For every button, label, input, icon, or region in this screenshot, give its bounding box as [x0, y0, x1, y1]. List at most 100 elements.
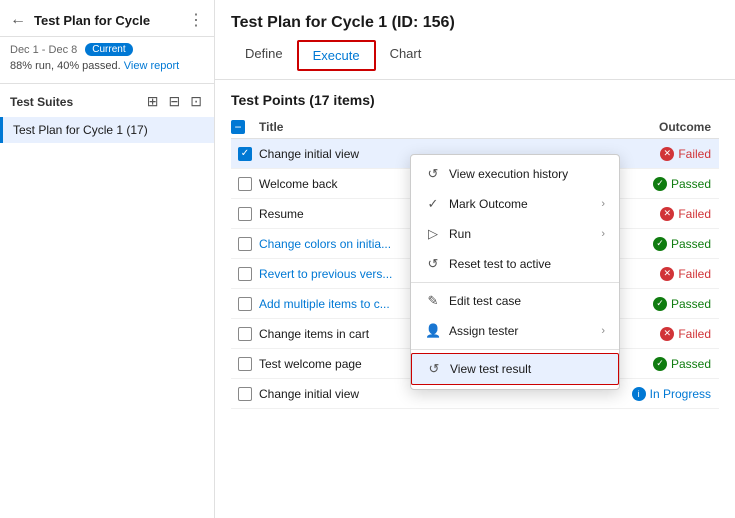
row-outcome: i In Progress: [619, 387, 719, 401]
main-header: Test Plan for Cycle 1 (ID: 156) Define E…: [215, 0, 735, 80]
ctx-label: Run: [449, 227, 593, 241]
outcome-text: In Progress: [650, 387, 711, 401]
outcome-dot-inprogress: i: [632, 387, 646, 401]
row-checkbox[interactable]: [231, 327, 259, 341]
sidebar-current-badge: Current: [85, 43, 132, 56]
col-title-header: Title: [259, 120, 619, 134]
sidebar-suite-item[interactable]: Test Plan for Cycle 1 (17): [0, 117, 214, 143]
ctx-label: Reset test to active: [449, 257, 605, 271]
ctx-reset-test[interactable]: ↺ Reset test to active: [411, 249, 619, 279]
outcome-text: Failed: [678, 327, 711, 341]
check-icon: ✓: [425, 196, 441, 212]
ctx-mark-outcome[interactable]: ✓ Mark Outcome ›: [411, 189, 619, 219]
ctx-view-execution-history[interactable]: ↺ View execution history: [411, 159, 619, 189]
suites-icon-3[interactable]: ⊡: [188, 92, 204, 111]
tab-define[interactable]: Define: [231, 40, 297, 71]
outcome-text: Failed: [678, 147, 711, 161]
outcome-dot-passed: ✓: [653, 297, 667, 311]
sidebar-title: Test Plan for Cycle: [34, 13, 180, 28]
ctx-assign-tester[interactable]: 👤 Assign tester ›: [411, 316, 619, 346]
edit-icon: ✎: [425, 293, 441, 309]
arrow-icon: ›: [601, 228, 605, 240]
outcome-text: Passed: [671, 177, 711, 191]
context-menu: ↺ View execution history ✓ Mark Outcome …: [410, 154, 620, 390]
row-outcome: ✓ Passed: [619, 237, 719, 251]
ctx-edit-test-case[interactable]: ✎ Edit test case: [411, 286, 619, 316]
checkbox: [238, 177, 252, 191]
main-content: Test Plan for Cycle 1 (ID: 156) Define E…: [215, 0, 735, 518]
row-outcome: ✓ Passed: [619, 297, 719, 311]
ctx-run[interactable]: ▷ Run ›: [411, 219, 619, 249]
ctx-label: View test result: [450, 362, 604, 376]
main-title: Test Plan for Cycle 1 (ID: 156): [231, 14, 719, 32]
outcome-dot-passed: ✓: [653, 357, 667, 371]
outcome-dot-passed: ✓: [653, 237, 667, 251]
header-checkbox-col: −: [231, 120, 259, 134]
arrow-icon: ›: [601, 198, 605, 210]
row-outcome: ✕ Failed: [619, 207, 719, 221]
outcome-dot-failed: ✕: [660, 147, 674, 161]
checkbox: [238, 327, 252, 341]
back-button[interactable]: ←: [10, 11, 26, 29]
checkbox-checked: ✓: [238, 147, 252, 161]
ctx-divider: [411, 349, 619, 350]
header-minus-checkbox[interactable]: −: [231, 120, 245, 134]
row-outcome: ✕ Failed: [619, 327, 719, 341]
row-checkbox[interactable]: [231, 357, 259, 371]
checkbox: [238, 207, 252, 221]
row-checkbox[interactable]: [231, 237, 259, 251]
sidebar-date-range: Dec 1 - Dec 8: [10, 44, 77, 56]
row-checkbox[interactable]: ✓: [231, 147, 259, 161]
suites-icon-2[interactable]: ⊟: [167, 92, 183, 111]
ctx-label: View execution history: [449, 167, 605, 181]
tab-execute[interactable]: Execute: [297, 40, 376, 71]
sidebar-meta: Dec 1 - Dec 8 Current 88% run, 40% passe…: [0, 37, 214, 84]
result-icon: ↺: [426, 361, 442, 377]
arrow-icon: ›: [601, 325, 605, 337]
checkbox: [238, 237, 252, 251]
row-checkbox[interactable]: [231, 297, 259, 311]
view-report-link[interactable]: View report: [124, 60, 179, 72]
sidebar-menu-icon[interactable]: ⋮: [188, 10, 204, 30]
row-checkbox[interactable]: [231, 387, 259, 401]
row-checkbox[interactable]: [231, 267, 259, 281]
table-header: − Title Outcome: [231, 116, 719, 139]
row-checkbox[interactable]: [231, 177, 259, 191]
row-outcome: ✕ Failed: [619, 267, 719, 281]
test-points-title: Test Points (17 items): [231, 92, 719, 108]
outcome-dot-failed: ✕: [660, 207, 674, 221]
tabs: Define Execute Chart: [231, 40, 719, 71]
row-outcome: ✓ Passed: [619, 357, 719, 371]
user-icon: 👤: [425, 323, 441, 339]
outcome-dot-failed: ✕: [660, 267, 674, 281]
outcome-dot-failed: ✕: [660, 327, 674, 341]
col-outcome-header: Outcome: [619, 120, 719, 134]
reset-icon: ↺: [425, 256, 441, 272]
test-points-area: Test Points (17 items) − Title Outcome ✓…: [215, 80, 735, 518]
sidebar: ← Test Plan for Cycle ⋮ Dec 1 - Dec 8 Cu…: [0, 0, 215, 518]
outcome-text: Passed: [671, 357, 711, 371]
checkbox: [238, 357, 252, 371]
row-outcome: ✓ Passed: [619, 177, 719, 191]
ctx-view-test-result[interactable]: ↺ View test result: [411, 353, 619, 385]
ctx-divider: [411, 282, 619, 283]
checkbox: [238, 267, 252, 281]
row-checkbox[interactable]: [231, 207, 259, 221]
sidebar-dates: Dec 1 - Dec 8 Current: [10, 43, 204, 56]
history-icon: ↺: [425, 166, 441, 182]
outcome-text: Failed: [678, 207, 711, 221]
checkbox: [238, 297, 252, 311]
ctx-label: Mark Outcome: [449, 197, 593, 211]
suites-icon-1[interactable]: ⊞: [145, 92, 161, 111]
sidebar-header: ← Test Plan for Cycle ⋮: [0, 0, 214, 37]
suites-label: Test Suites: [10, 95, 139, 109]
tab-chart[interactable]: Chart: [376, 40, 436, 71]
ctx-label: Assign tester: [449, 324, 593, 338]
checkbox: [238, 387, 252, 401]
ctx-label: Edit test case: [449, 294, 605, 308]
run-icon: ▷: [425, 226, 441, 242]
row-outcome: ✕ Failed: [619, 147, 719, 161]
outcome-text: Passed: [671, 237, 711, 251]
outcome-text: Passed: [671, 297, 711, 311]
sidebar-stats: 88% run, 40% passed. View report: [10, 60, 204, 72]
